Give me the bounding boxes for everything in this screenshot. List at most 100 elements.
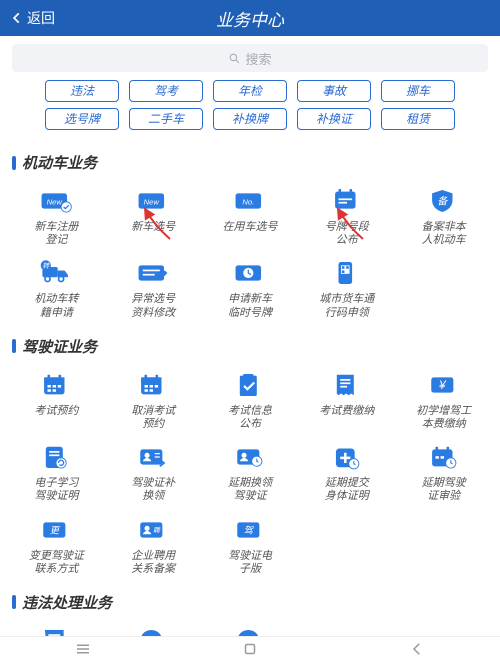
service-item[interactable]: New 新车选号 (105, 183, 202, 247)
calendar-clock-icon (424, 439, 464, 475)
yen-card-icon: ¥ (424, 367, 464, 403)
system-nav (0, 636, 500, 666)
service-label: 延期提交身体证明 (325, 477, 369, 503)
service-item[interactable]: 更变更驾驶证联系方式 (8, 512, 105, 576)
plate-edit-icon (133, 255, 173, 291)
page-title: 业务中心 (0, 6, 500, 31)
chevron-left-icon (10, 11, 24, 25)
nav-back-button[interactable] (408, 640, 426, 663)
service-label: 取消考试预约 (131, 405, 175, 431)
filter-chip[interactable]: 补换证 (297, 108, 371, 130)
service-label: 新车选号 (131, 221, 175, 247)
back-button[interactable]: 返回 (10, 8, 55, 28)
section-header: 驾驶证业务 (0, 326, 500, 363)
circle-wei-reload-icon: 违 (230, 623, 270, 636)
header: 返回 业务中心 (0, 0, 500, 36)
service-item[interactable] (8, 623, 105, 636)
filter-chip[interactable]: 补换牌 (213, 108, 287, 130)
section-header: 违法处理业务 (0, 582, 500, 619)
id-clock-icon (230, 439, 270, 475)
svg-text:驾: 驾 (244, 525, 255, 535)
shield-bei-icon: 备 (424, 183, 464, 219)
svg-text:No.: No. (242, 197, 254, 206)
service-label: 异常选号资料修改 (131, 293, 175, 319)
filter-chip[interactable]: 事故 (297, 80, 371, 102)
svg-text:New: New (144, 197, 160, 206)
service-item[interactable]: 考试信息公布 (202, 367, 299, 431)
service-label: 考试预约 (34, 405, 78, 431)
service-item[interactable]: 违 (105, 623, 202, 636)
section-header: 机动车业务 (0, 142, 500, 179)
service-label: 电子学习驾驶证明 (34, 477, 78, 503)
filter-chips: 违法驾考年检事故挪车选号牌二手车补换牌补换证租赁 (0, 80, 500, 142)
filter-chip[interactable]: 挪车 (381, 80, 455, 102)
plate-new-icon: New (133, 183, 173, 219)
service-item[interactable]: 申请新车临时号牌 (202, 255, 299, 319)
id-arrow-icon (133, 439, 173, 475)
nav-home-button[interactable] (241, 640, 259, 663)
doc-e-icon (36, 439, 76, 475)
badge-note-icon (327, 183, 367, 219)
doc-check-icon (230, 367, 270, 403)
service-label: 延期驾驶证审验 (422, 477, 466, 503)
service-item[interactable]: 号牌号段公布 (298, 183, 395, 247)
filter-chip[interactable]: 选号牌 (45, 108, 119, 130)
filter-chip[interactable]: 驾考 (129, 80, 203, 102)
service-label: 城市货车通行码申领 (319, 293, 374, 319)
service-label: 延期换领驾驶证 (228, 477, 272, 503)
svg-text:备: 备 (437, 195, 448, 207)
receipt-big-icon (36, 623, 76, 636)
service-item[interactable]: 备备案非本人机动车 (395, 183, 492, 247)
service-label: 备案非本人机动车 (422, 221, 466, 247)
receipt-icon (327, 367, 367, 403)
service-item[interactable]: 驾驶证补换领 (105, 439, 202, 503)
service-label: 考试费缴纳 (319, 405, 374, 431)
service-item[interactable]: 异常选号资料修改 (105, 255, 202, 319)
service-item[interactable]: ¥初学增驾工本费缴纳 (395, 367, 492, 431)
plus-clock-icon (327, 439, 367, 475)
service-item[interactable]: New 新车注册登记 (8, 183, 105, 247)
nav-menu-button[interactable] (74, 640, 92, 663)
service-item[interactable]: No. 在用车选号 (202, 183, 299, 247)
id-pin-icon: 聘 (133, 512, 173, 548)
filter-chip[interactable]: 租赁 (381, 108, 455, 130)
filter-chip[interactable]: 年检 (213, 80, 287, 102)
service-label: 号牌号段公布 (325, 221, 369, 247)
truck-zhuan-icon: 转 (36, 255, 76, 291)
service-label: 新车注册登记 (34, 221, 78, 247)
service-item[interactable]: 城市货车通行码申领 (298, 255, 395, 319)
filter-chip[interactable]: 二手车 (129, 108, 203, 130)
service-label: 变更驾驶证联系方式 (29, 550, 84, 576)
calendar-icon (133, 367, 173, 403)
service-label: 驾驶证补换领 (131, 477, 175, 503)
service-label: 考试信息公布 (228, 405, 272, 431)
service-item[interactable]: 转机动车转籍申请 (8, 255, 105, 319)
service-item[interactable]: 延期换领驾驶证 (202, 439, 299, 503)
service-item[interactable]: 考试费缴纳 (298, 367, 395, 431)
service-label: 机动车转籍申请 (34, 293, 78, 319)
plate-new-check-icon: New (36, 183, 76, 219)
service-label: 在用车选号 (222, 221, 277, 247)
plate-no-icon: No. (230, 183, 270, 219)
service-label: 初学增驾工本费缴纳 (416, 405, 471, 431)
circle-wei-search-icon: 违 (133, 623, 173, 636)
service-item[interactable]: 驾驾驶证电子版 (202, 512, 299, 576)
svg-text:New: New (47, 197, 63, 206)
phone-grid-icon (327, 255, 367, 291)
back-label: 返回 (27, 8, 55, 28)
svg-text:更: 更 (50, 525, 61, 535)
search-icon (228, 52, 241, 65)
service-item[interactable]: 取消考试预约 (105, 367, 202, 431)
service-label: 驾驶证电子版 (228, 550, 272, 576)
service-item[interactable]: 延期驾驶证审验 (395, 439, 492, 503)
plate-clock-icon (230, 255, 270, 291)
service-item[interactable]: 延期提交身体证明 (298, 439, 395, 503)
id-jia-icon: 驾 (230, 512, 270, 548)
service-item[interactable]: 聘企业聘用关系备案 (105, 512, 202, 576)
filter-chip[interactable]: 违法 (45, 80, 119, 102)
service-item[interactable]: 电子学习驾驶证明 (8, 439, 105, 503)
service-item[interactable]: 考试预约 (8, 367, 105, 431)
service-item[interactable]: 违 (202, 623, 299, 636)
search-input[interactable]: 搜索 (12, 44, 488, 72)
card-geng-icon: 更 (36, 512, 76, 548)
